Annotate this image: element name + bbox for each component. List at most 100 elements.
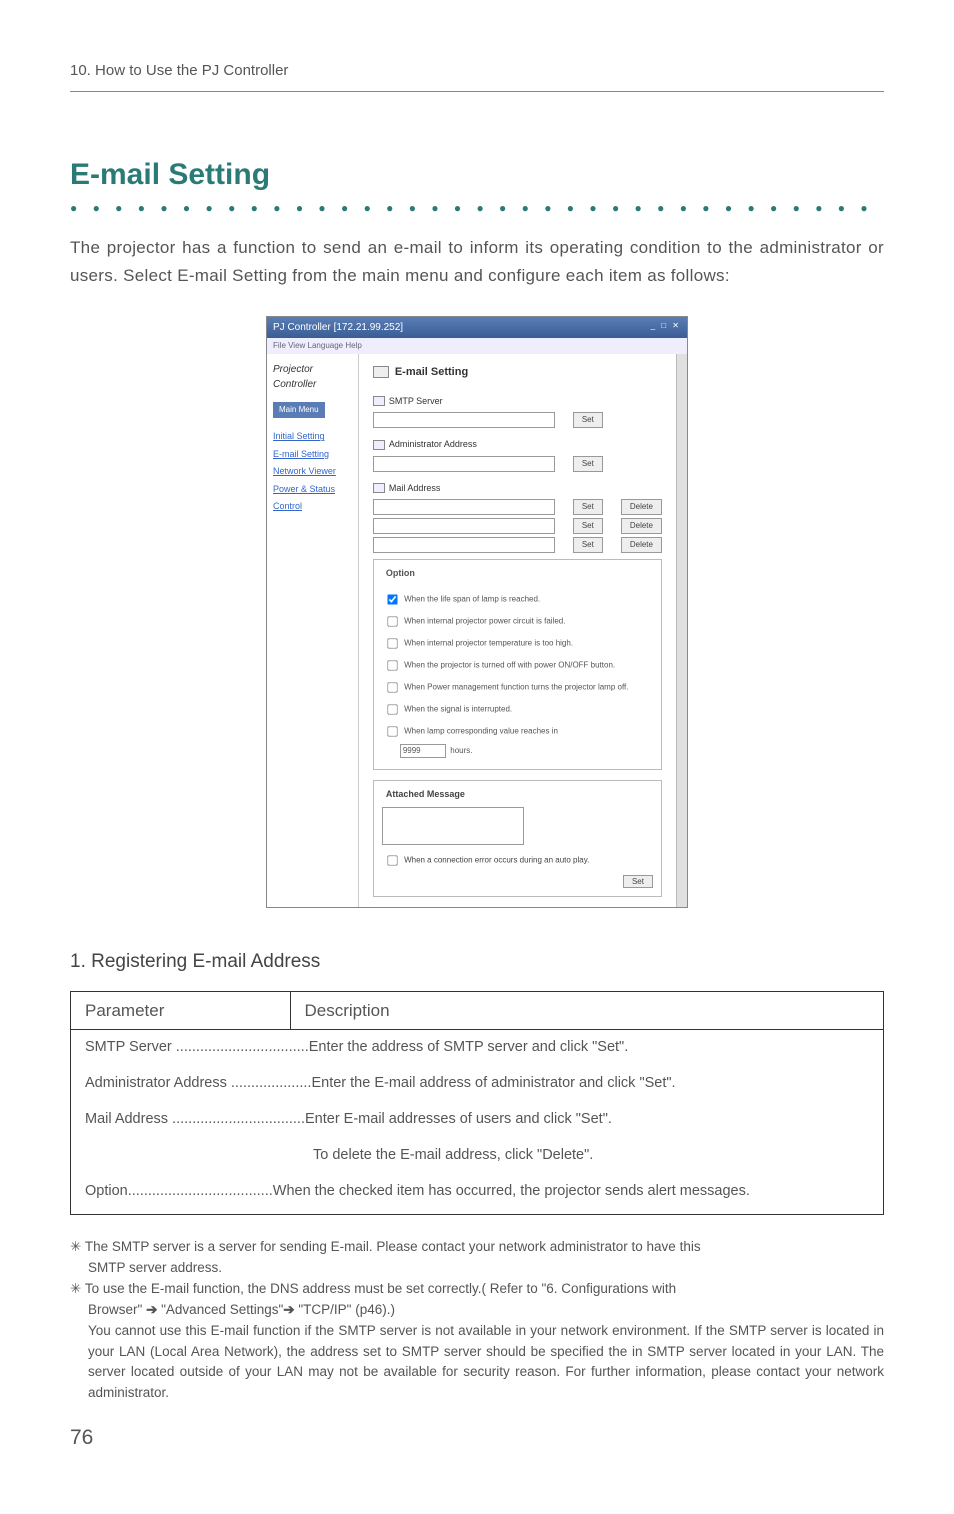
th-parameter: Parameter: [71, 991, 291, 1030]
arrow-icon: ➔: [283, 1302, 294, 1317]
row-admin: Administrator Address ..................…: [71, 1066, 884, 1102]
window-controls: _ □ ✕: [651, 320, 681, 335]
dots: ....................................: [128, 1183, 273, 1199]
dots: .................................: [172, 1111, 305, 1127]
sidebar-title: Projector Controller: [273, 362, 352, 392]
smtp-set-button[interactable]: Set: [573, 412, 603, 428]
note-2-line-2: Browser" ➔ "Advanced Settings"➔ "TCP/IP"…: [70, 1300, 884, 1321]
attached-title: Attached Message: [382, 788, 469, 802]
admin-set-button[interactable]: Set: [573, 456, 603, 472]
opt-text-1: When the life span of lamp is reached.: [404, 594, 540, 603]
window-titlebar: PJ Controller [172.21.99.252] _ □ ✕: [267, 317, 687, 338]
attached-group: Attached Message When a connection error…: [373, 780, 662, 898]
admin-input[interactable]: [373, 456, 555, 472]
opt-check-3[interactable]: [387, 638, 397, 648]
sidebar-item-email[interactable]: E-mail Setting: [273, 448, 352, 462]
mail-delete-button-3[interactable]: Delete: [621, 537, 662, 553]
note-1: ✳ The SMTP server is a server for sendin…: [70, 1237, 884, 1279]
smtp-label: SMTP Server: [373, 395, 662, 409]
row-mail: Mail Address ...........................…: [71, 1102, 884, 1138]
main-panel: E-mail Setting SMTP Server Set Administr…: [359, 354, 676, 907]
th-description: Description: [290, 991, 884, 1030]
desc-smtp: Enter the address of SMTP server and cli…: [309, 1039, 629, 1055]
window-title: PJ Controller [172.21.99.252]: [273, 320, 403, 335]
note-2: ✳ To use the E-mail function, the DNS ad…: [70, 1279, 884, 1405]
chapter-header: 10. How to Use the PJ Controller: [70, 60, 884, 92]
hours-suffix: hours.: [450, 746, 472, 755]
row-option: Option..................................…: [71, 1174, 884, 1214]
server-icon: [373, 396, 385, 406]
note-3: You cannot use this E-mail function if t…: [70, 1321, 884, 1405]
dotted-rule: ● ● ● ● ● ● ● ● ● ● ● ● ● ● ● ● ● ● ● ● …: [70, 199, 884, 217]
footnotes: ✳ The SMTP server is a server for sendin…: [70, 1237, 884, 1404]
note-2-prefix: Browser": [88, 1302, 146, 1317]
mail-delete-button-1[interactable]: Delete: [621, 499, 662, 515]
attached-set-button[interactable]: Set: [623, 875, 653, 888]
desc-option: When the checked item has occurred, the …: [273, 1183, 750, 1199]
panel-title: E-mail Setting: [373, 364, 662, 381]
mail-set-button-2[interactable]: Set: [573, 518, 603, 534]
panel-title-text: E-mail Setting: [395, 366, 468, 378]
label-admin: Administrator Address: [85, 1075, 231, 1091]
dots: .................................: [176, 1039, 309, 1055]
intro-paragraph: The projector has a function to send an …: [70, 234, 884, 292]
smtp-input[interactable]: [373, 412, 555, 428]
attached-title-text: Attached Message: [386, 789, 465, 799]
page-number: 76: [70, 1422, 884, 1454]
opt-text-4: When the projector is turned off with po…: [404, 660, 615, 669]
desc-mail-delete: To delete the E-mail address, click "Del…: [85, 1144, 869, 1168]
smtp-label-text: SMTP Server: [389, 396, 443, 406]
main-menu-button[interactable]: Main Menu: [273, 402, 325, 418]
opt-text-7: When lamp corresponding value reaches in: [404, 726, 558, 735]
opt-check-4[interactable]: [387, 660, 397, 670]
sidebar-item-initial[interactable]: Initial Setting: [273, 430, 352, 444]
sidebar: Projector Controller Main Menu Initial S…: [267, 354, 359, 907]
book-icon: [373, 483, 385, 493]
arrow-icon: ➔: [146, 1302, 157, 1317]
sidebar-item-network[interactable]: Network Viewer: [273, 465, 352, 479]
opt-text-6: When the signal is interrupted.: [404, 704, 512, 713]
screenshot-window: PJ Controller [172.21.99.252] _ □ ✕ File…: [266, 316, 688, 908]
user-icon: [373, 440, 385, 450]
dots: ....................: [231, 1075, 312, 1091]
mail-set-button-3[interactable]: Set: [573, 537, 603, 553]
mail-delete-button-2[interactable]: Delete: [621, 518, 662, 534]
label-smtp: SMTP Server: [85, 1039, 176, 1055]
desc-admin: Enter the E-mail address of administrato…: [311, 1075, 675, 1091]
opt-text-3: When internal projector temperature is t…: [404, 638, 573, 647]
autoplay-check[interactable]: [387, 856, 397, 866]
hours-input[interactable]: 9999: [400, 744, 446, 758]
admin-label: Administrator Address: [373, 438, 662, 452]
note-2-line-1: ✳ To use the E-mail function, the DNS ad…: [70, 1281, 676, 1296]
mail-input-2[interactable]: [373, 518, 555, 534]
sidebar-item-power[interactable]: Power & Status: [273, 483, 352, 497]
label-option: Option: [85, 1183, 128, 1199]
window-menubar: File View Language Help: [267, 338, 687, 354]
label-mail: Mail Address: [85, 1111, 172, 1127]
mail-input-1[interactable]: [373, 499, 555, 515]
mail-label-text: Mail Address: [389, 483, 441, 493]
row-mail-delete: To delete the E-mail address, click "Del…: [71, 1138, 884, 1174]
note-2-suffix: "TCP/IP" (p46).): [295, 1302, 395, 1317]
sidebar-item-control[interactable]: Control: [273, 500, 352, 514]
opt-check-1[interactable]: [387, 594, 397, 604]
attached-textarea[interactable]: [382, 807, 524, 845]
opt-check-2[interactable]: [387, 616, 397, 626]
note-1-line-1: ✳ The SMTP server is a server for sendin…: [70, 1239, 701, 1254]
row-smtp: SMTP Server ............................…: [71, 1030, 884, 1066]
mail-label: Mail Address: [373, 482, 662, 496]
parameter-table: Parameter Description SMTP Server ......…: [70, 991, 884, 1215]
opt-check-5[interactable]: [387, 682, 397, 692]
opt-check-6[interactable]: [387, 704, 397, 714]
section-title: E-mail Setting: [70, 152, 884, 197]
screenshot-container: PJ Controller [172.21.99.252] _ □ ✕ File…: [70, 316, 884, 908]
option-title-text: Option: [386, 568, 415, 578]
mail-set-button-1[interactable]: Set: [573, 499, 603, 515]
opt-check-7[interactable]: [387, 726, 397, 736]
opt-text-5: When Power management function turns the…: [404, 682, 628, 691]
option-title: Option: [382, 567, 419, 581]
mail-input-3[interactable]: [373, 537, 555, 553]
scrollbar[interactable]: [676, 354, 687, 907]
desc-mail: Enter E-mail addresses of users and clic…: [305, 1111, 612, 1127]
autoplay-text: When a connection error occurs during an…: [404, 856, 589, 865]
